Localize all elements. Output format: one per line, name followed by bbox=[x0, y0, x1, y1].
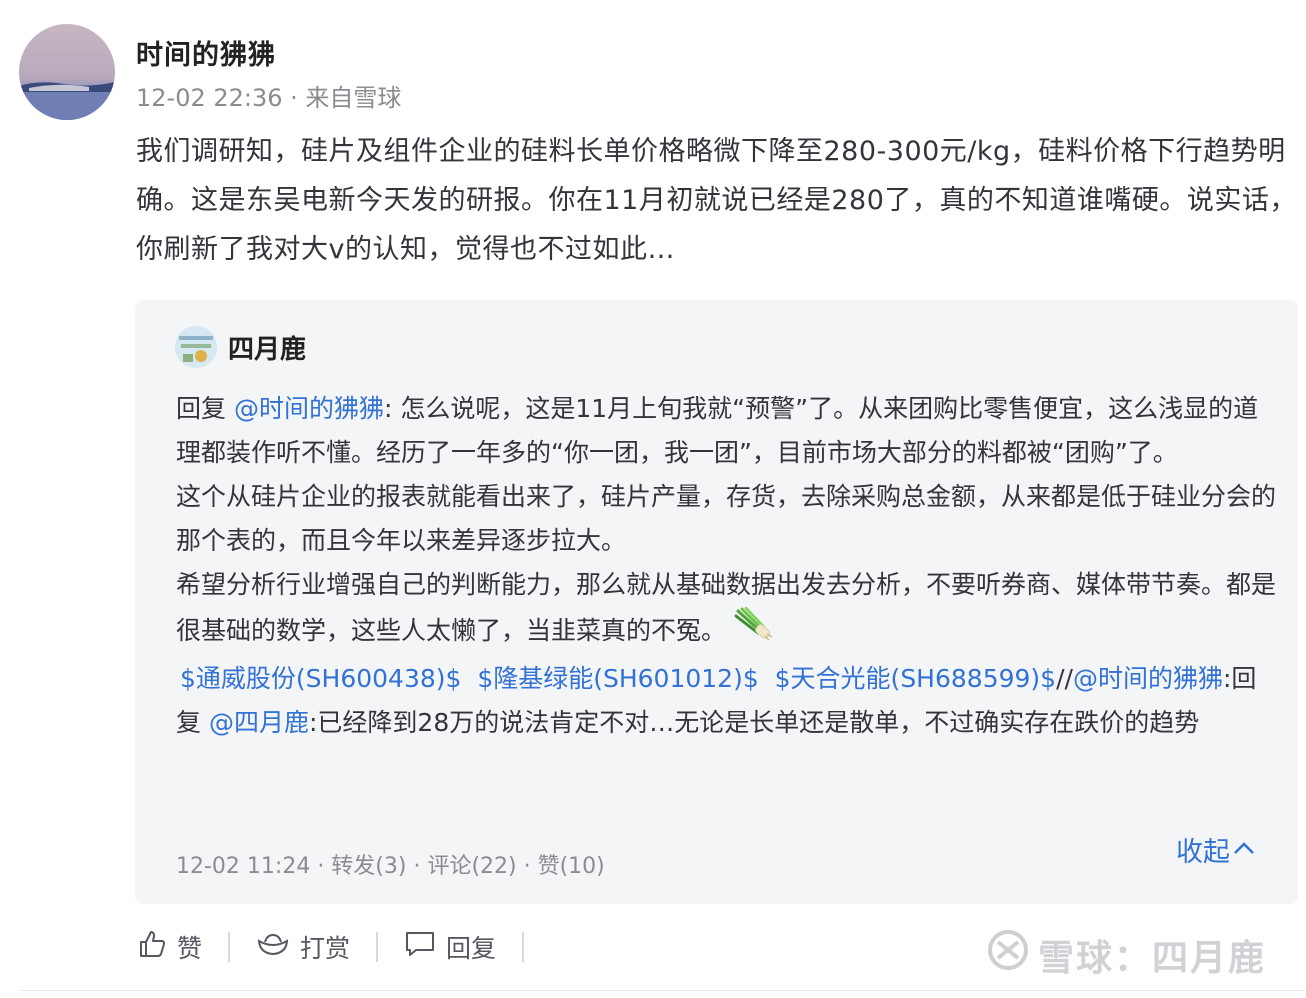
reply-button[interactable]: 回复 bbox=[404, 929, 496, 965]
stock-link-trina[interactable]: $天合光能(SH688599)$ bbox=[775, 664, 1056, 693]
post-meta: 12-02 22:36 · 来自雪球 bbox=[136, 78, 401, 113]
like-button[interactable]: 赞 bbox=[137, 929, 202, 965]
comment-icon bbox=[404, 930, 436, 964]
quote-paragraph-1: 回复 @时间的狒狒: 怎么说呢，这是11月上旬我就“预警”了。从来团购比零售便宜… bbox=[176, 394, 1259, 467]
collapse-label: 收起 bbox=[1176, 837, 1230, 868]
thumbs-up-icon bbox=[137, 929, 167, 965]
chevron-up-icon bbox=[1232, 834, 1256, 865]
like-label: 赞 bbox=[177, 934, 203, 963]
mention-link-2[interactable]: @时间的狒狒 bbox=[1073, 664, 1223, 693]
divider bbox=[228, 932, 231, 962]
quote-author-avatar[interactable] bbox=[175, 326, 217, 368]
watermark: 雪球：四月鹿 bbox=[986, 928, 1266, 981]
reply-prefix: 回复 bbox=[176, 394, 227, 423]
mention-link-3[interactable]: @四月鹿 bbox=[209, 708, 309, 737]
post-body: 我们调研知，硅片及组件企业的硅料长单价格略微下降至280-300元/kg，硅料价… bbox=[136, 136, 1297, 265]
quoted-post: 四月鹿 回复 @时间的狒狒: 怎么说呢，这是11月上旬我就“预警”了。从来团购比… bbox=[135, 300, 1298, 904]
divider bbox=[376, 932, 379, 962]
stock-link-tongwei[interactable]: $通威股份(SH600438)$ bbox=[180, 664, 461, 693]
divider bbox=[522, 932, 525, 962]
quote-author-name[interactable]: 四月鹿 bbox=[228, 329, 306, 366]
quote-paragraph-2: 这个从硅片企业的报表就能看出来了，硅片产量，存货，去除采购总金额，从来都是低于硅… bbox=[176, 482, 1277, 555]
author-name[interactable]: 时间的狒狒 bbox=[136, 33, 276, 72]
ingot-icon bbox=[256, 931, 290, 963]
stock-link-longi[interactable]: $隆基绿能(SH601012)$ bbox=[477, 664, 758, 693]
quote-body: 回复 @时间的狒狒: 怎么说呢，这是11月上旬我就“预警”了。从来团购比零售便宜… bbox=[176, 387, 1276, 745]
action-bar: 赞 打赏 回复 bbox=[137, 925, 550, 969]
watermark-text: 雪球：四月鹿 bbox=[1038, 937, 1267, 979]
snowball-logo-icon bbox=[986, 928, 1030, 981]
quote-footer: 12-02 11:24 · 转发(3) · 评论(22) · 赞(10) bbox=[176, 854, 605, 879]
quote-paragraph-4: $通威股份(SH600438)$ $隆基绿能(SH601012)$ $天合光能(… bbox=[176, 664, 1257, 737]
author-avatar[interactable] bbox=[19, 24, 115, 120]
reward-button[interactable]: 打赏 bbox=[256, 929, 350, 965]
reply-label: 回复 bbox=[446, 934, 497, 963]
mention-link[interactable]: @时间的狒狒 bbox=[234, 394, 384, 423]
post-source: · 来自雪球 bbox=[290, 84, 402, 112]
quote-paragraph-3: 希望分析行业增强自己的判断能力，那么就从基础数据出发去分析，不要听券商、媒体带节… bbox=[176, 563, 1276, 657]
divider bbox=[19, 990, 1306, 991]
leek-emoji-icon bbox=[734, 606, 774, 657]
collapse-button[interactable]: 收起 bbox=[1176, 830, 1256, 869]
reward-label: 打赏 bbox=[300, 934, 351, 963]
post-time: 12-02 22:36 bbox=[136, 84, 283, 112]
